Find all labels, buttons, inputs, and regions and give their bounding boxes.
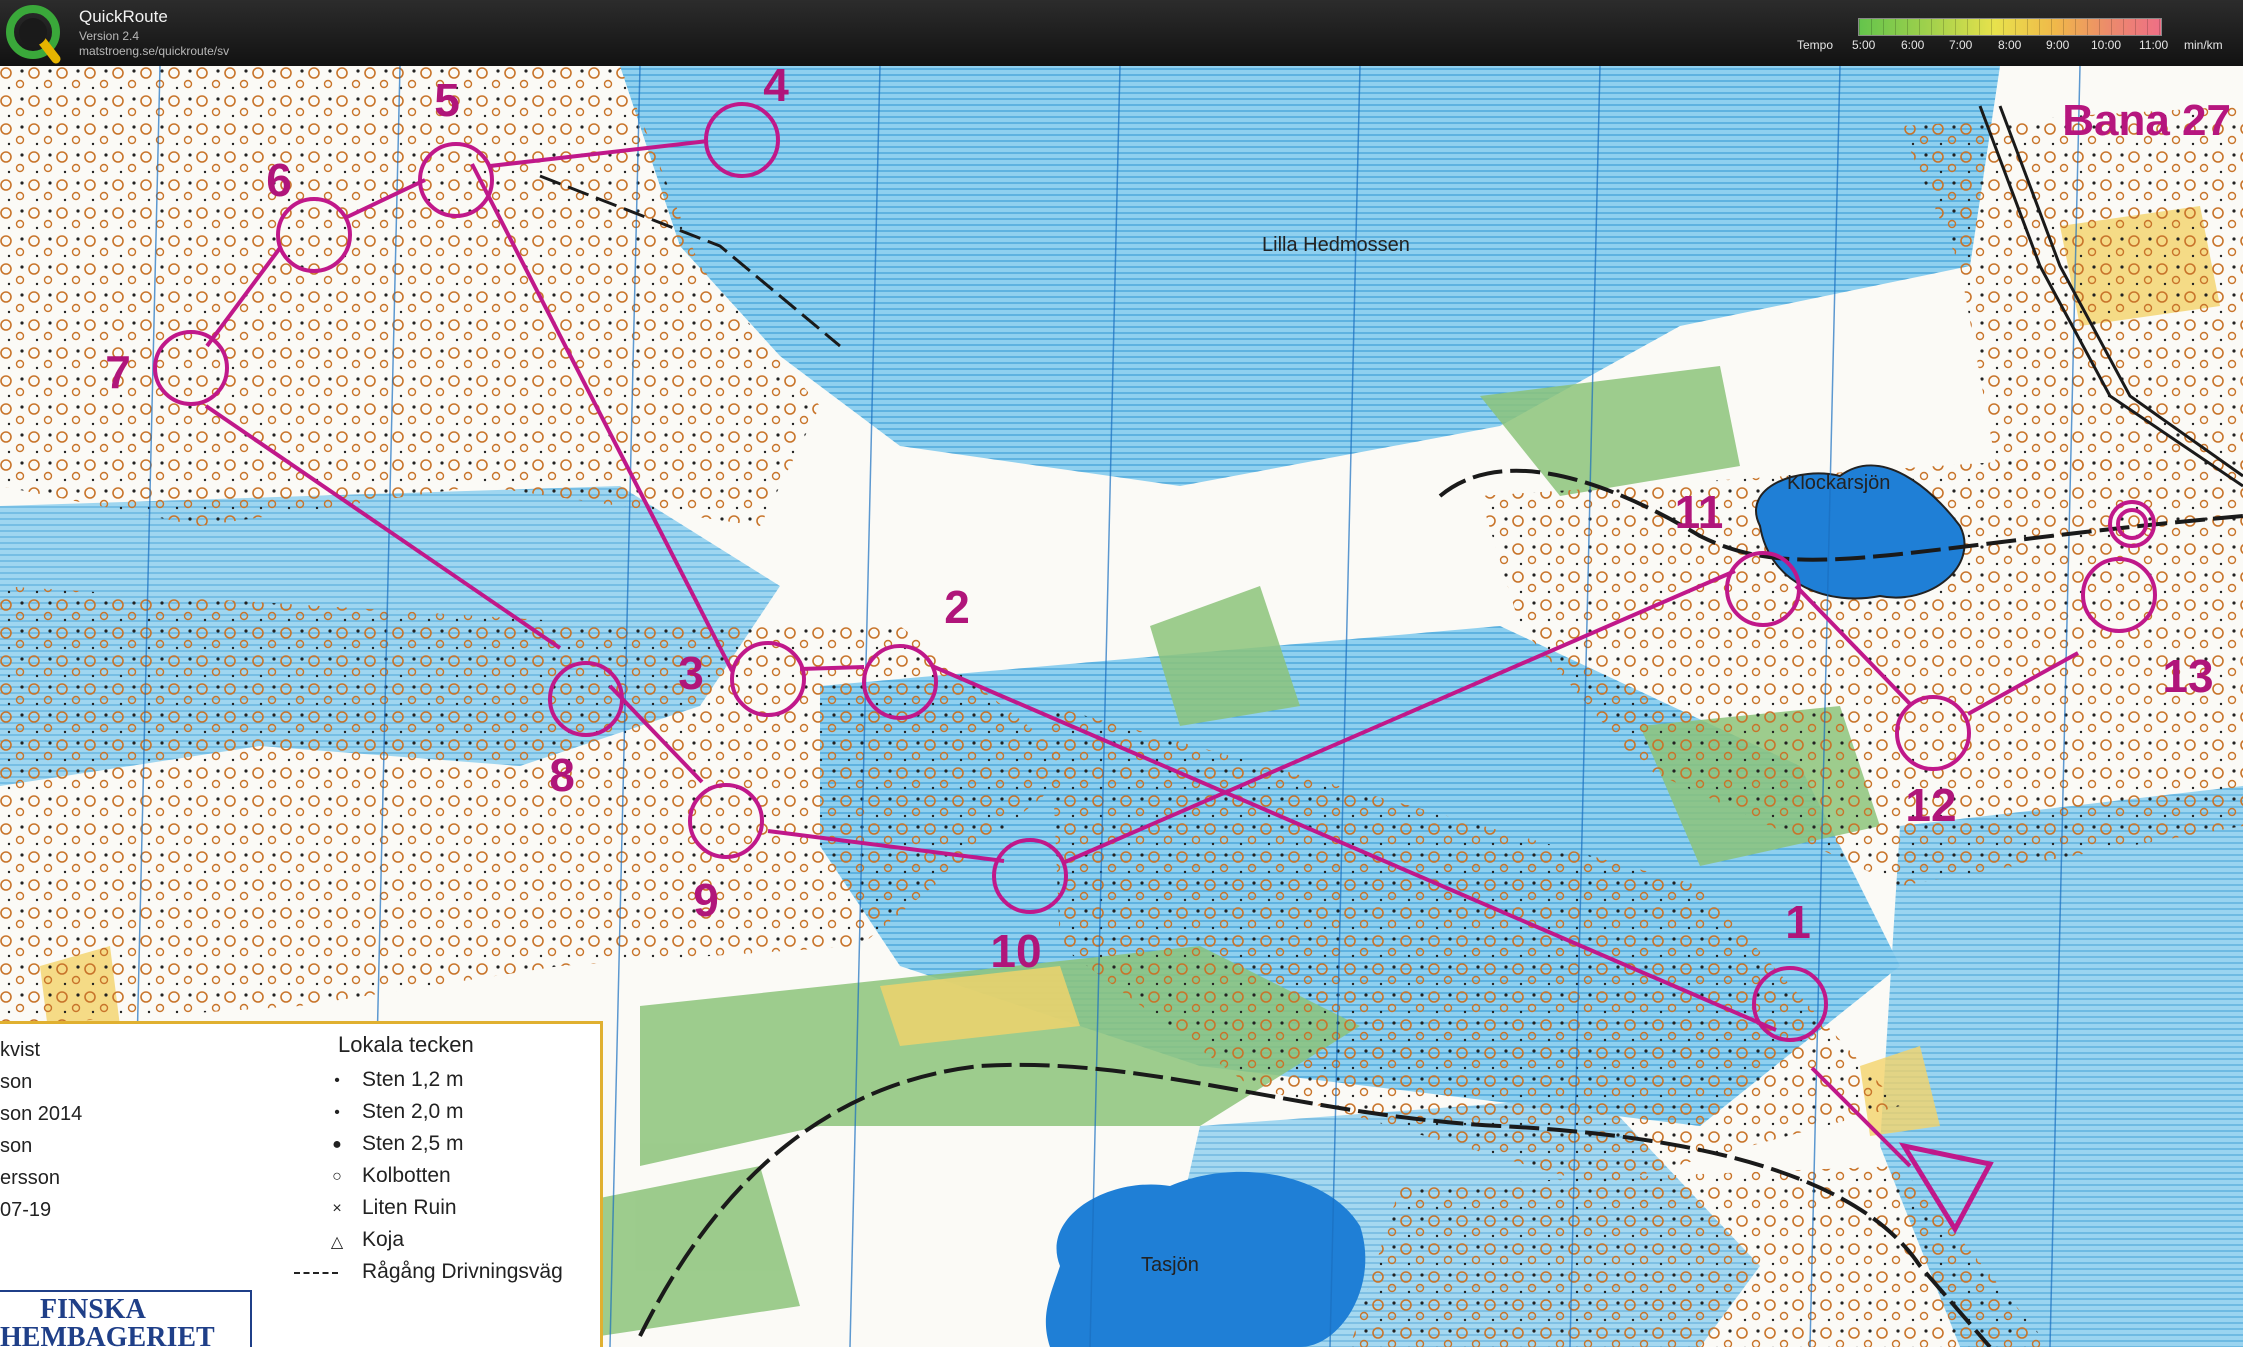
credit-line: 07-19 (0, 1199, 52, 1221)
orienteering-map[interactable]: Bana 27 Lilla Hedmossen Klockarsjön Tasj… (0, 66, 2243, 1347)
boulder-large-icon: ● (332, 1136, 342, 1153)
credit-line: kvist (0, 1039, 40, 1061)
legend-item-label: Sten 2,5 m (362, 1132, 464, 1155)
legend-item-label: Sten 2,0 m (362, 1100, 464, 1123)
place-label-tasjon: Tasjön (1141, 1254, 1199, 1276)
boulder-medium-icon: • (334, 1104, 340, 1121)
boulder-small-icon: • (334, 1072, 340, 1089)
tempo-tick: 10:00 (2091, 38, 2122, 52)
sponsor-logo: FINSKA HEMBAGERIET (0, 1290, 252, 1347)
charcoal-pit-icon: ○ (332, 1168, 342, 1185)
legend-title: Lokala tecken (338, 1032, 474, 1057)
quickroute-logo-icon (6, 5, 61, 64)
tempo-unit: min/km (2184, 38, 2223, 52)
place-label-klockarsjon: Klockarsjön (1787, 472, 1891, 494)
sponsor-line2: HEMBAGERIET (0, 1322, 215, 1347)
control-number-4: 4 (763, 66, 789, 111)
control-number-2: 2 (944, 581, 970, 633)
credit-line: son 2014 (0, 1103, 83, 1125)
control-number-10: 10 (990, 925, 1042, 977)
tempo-tick: 9:00 (2046, 38, 2070, 52)
tempo-tick: 11:00 (2139, 38, 2169, 52)
control-number-3: 3 (678, 647, 704, 699)
tempo-label: Tempo (1797, 38, 1834, 52)
map-credits: kvist son son 2014 son ersson 07-19 (0, 1034, 82, 1226)
app-title: QuickRoute (79, 7, 168, 26)
control-number-9: 9 (693, 874, 719, 926)
tempo-ticks: 5:00 6:00 7:00 8:00 9:00 10:00 11:00 (1852, 38, 2182, 54)
boundary-line-icon (294, 1272, 338, 1274)
control-number-5: 5 (434, 74, 460, 126)
app-version: Version 2.4 (79, 29, 140, 43)
hut-icon: △ (330, 1234, 344, 1251)
control-number-1: 1 (1785, 896, 1811, 948)
ruin-icon: × (332, 1200, 342, 1217)
legend-item-label: Rågång Drivningsväg (362, 1260, 563, 1283)
control-number-8: 8 (549, 749, 575, 801)
tempo-tick: 7:00 (1949, 38, 1973, 52)
tempo-tick: 5:00 (1852, 38, 1876, 52)
app-url[interactable]: matstroeng.se/quickroute/sv (79, 44, 229, 58)
control-number-11: 11 (1674, 486, 1724, 538)
tempo-tick: 6:00 (1901, 38, 1925, 52)
legend-item-label: Kolbotten (362, 1164, 451, 1187)
control-number-7: 7 (105, 346, 131, 398)
control-number-13: 13 (2162, 650, 2214, 702)
legend-item-label: Liten Ruin (362, 1196, 457, 1219)
control-number-6: 6 (266, 154, 292, 206)
place-label-lilla-hedmossen: Lilla Hedmossen (1262, 234, 1410, 256)
tempo-color-scale (1858, 18, 2162, 36)
credit-line: son (0, 1071, 33, 1093)
app-header: QuickRoute Version 2.4 matstroeng.se/qui… (0, 0, 2243, 67)
credit-line: ersson (0, 1167, 61, 1189)
legend-item-label: Sten 1,2 m (362, 1068, 464, 1091)
credit-line: son (0, 1135, 33, 1157)
control-number-12: 12 (1905, 779, 1957, 831)
course-title: Bana 27 (2062, 96, 2231, 145)
legend-item-label: Koja (362, 1228, 405, 1251)
tempo-tick: 8:00 (1998, 38, 2022, 52)
